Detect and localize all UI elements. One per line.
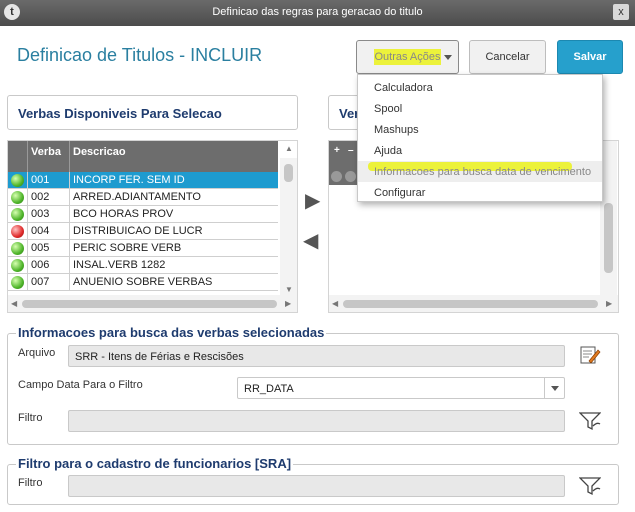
horizontal-scrollbar[interactable]: ◀ ▶: [329, 295, 618, 312]
verba-cell: 001: [29, 172, 70, 188]
add-icon[interactable]: +: [334, 145, 340, 156]
close-icon[interactable]: x: [613, 4, 629, 20]
chevron-down-icon[interactable]: [544, 378, 564, 398]
move-right-icon[interactable]: ▶: [305, 188, 320, 213]
menu-item-calculadora[interactable]: Calculadora: [358, 77, 602, 98]
scroll-thumb[interactable]: [22, 300, 277, 308]
menu-item-informacoes-busca-data-vencimento[interactable]: Informacoes para busca data de venciment…: [358, 161, 602, 182]
campo-data-value: RR_DATA: [244, 383, 294, 395]
verba-cell: 005: [29, 240, 70, 256]
cancelar-button[interactable]: Cancelar: [469, 40, 546, 74]
salvar-button[interactable]: Salvar: [557, 40, 623, 74]
busca-verbas-fieldset: Informacoes para busca das verbas seleci…: [7, 325, 619, 445]
verba-cell: 007: [29, 274, 70, 290]
campo-data-select[interactable]: RR_DATA: [237, 377, 565, 399]
filter-icon[interactable]: [578, 410, 602, 432]
status-green-icon: [11, 259, 24, 272]
verba-cell: 002: [29, 189, 70, 205]
edit-icon[interactable]: [579, 344, 601, 366]
column-header-verba[interactable]: Verba: [29, 141, 70, 172]
status-cell: [8, 240, 28, 256]
move-left-icon[interactable]: ◀: [303, 228, 318, 253]
status-cell: [8, 189, 28, 205]
column-header-descricao[interactable]: Descricao: [71, 141, 278, 172]
descricao-cell: INCORP FER. SEM ID: [73, 174, 185, 186]
status-column-header: [8, 141, 28, 172]
scroll-thumb[interactable]: [284, 164, 293, 182]
menu-item-ajuda[interactable]: Ajuda: [358, 140, 602, 161]
scroll-thumb[interactable]: [604, 203, 613, 273]
status-dot-icon: [331, 171, 342, 182]
filtro-sra-fieldset: Filtro para o cadastro de funcionarios […: [7, 456, 619, 505]
status-green-icon: [11, 242, 24, 255]
scroll-right-icon[interactable]: ▶: [606, 299, 612, 308]
verba-cell: 004: [29, 223, 70, 239]
verba-cell: 003: [29, 206, 70, 222]
vertical-scrollbar[interactable]: ▲ ▼: [280, 144, 297, 295]
status-cell: [8, 257, 28, 273]
verbas-disponiveis-title: Verbas Disponiveis Para Selecao: [18, 106, 222, 121]
menu-item-configurar[interactable]: Configurar: [358, 182, 602, 203]
menu-item-mashups[interactable]: Mashups: [358, 119, 602, 140]
table-row[interactable]: 002 ARRED.ADIANTAMENTO: [8, 189, 278, 206]
sra-filtro-label: Filtro: [18, 477, 43, 489]
table-row[interactable]: 003 BCO HORAS PROV: [8, 206, 278, 223]
status-green-icon: [11, 191, 24, 204]
verbas-disponiveis-grid: Verba Descricao 001 INCORP FER. SEM ID 002…: [7, 140, 298, 313]
window-title: Definicao das regras para geracao do tit…: [212, 6, 423, 18]
descricao-cell: DISTRIBUICAO DE LUCR: [73, 225, 203, 237]
table-row[interactable]: 006 INSAL.VERB 1282: [8, 257, 278, 274]
scroll-left-icon[interactable]: ◀: [332, 299, 338, 308]
filtro-label: Filtro: [18, 412, 43, 424]
status-cell: [8, 172, 28, 188]
status-cell: [8, 223, 28, 239]
table-row[interactable]: 004 DISTRIBUICAO DE LUCR: [8, 223, 278, 240]
descricao-cell: ANUENIO SOBRE VERBAS: [73, 276, 213, 288]
remove-icon[interactable]: –: [348, 145, 354, 156]
descricao-cell: INSAL.VERB 1282: [73, 259, 166, 271]
status-cell: [8, 274, 28, 290]
status-green-icon: [11, 276, 24, 289]
table-row[interactable]: 001 INCORP FER. SEM ID: [8, 172, 278, 189]
filtro-field[interactable]: [68, 410, 565, 432]
status-cell: [8, 206, 28, 222]
table-row[interactable]: 007 ANUENIO SOBRE VERBAS: [8, 274, 278, 291]
sra-filtro-field[interactable]: [68, 475, 565, 497]
menu-item-spool[interactable]: Spool: [358, 98, 602, 119]
campo-data-label: Campo Data Para o Filtro: [18, 379, 143, 391]
grid-header: + –: [329, 141, 359, 185]
arquivo-label: Arquivo: [18, 347, 56, 359]
arquivo-field[interactable]: SRR - Itens de Férias e Rescisões: [68, 345, 565, 367]
outras-acoes-button[interactable]: Outras Ações: [356, 40, 459, 74]
status-dot-icon: [345, 171, 356, 182]
descricao-cell: ARRED.ADIANTAMENTO: [73, 191, 201, 203]
verbas-disponiveis-header: Verbas Disponiveis Para Selecao: [7, 95, 298, 130]
verba-cell: 006: [29, 257, 70, 273]
scroll-right-icon[interactable]: ▶: [285, 299, 291, 308]
chevron-down-icon: [444, 55, 452, 60]
filtro-sra-legend: Filtro para o cadastro de funcionarios […: [16, 456, 294, 471]
scroll-down-icon[interactable]: ▼: [285, 285, 293, 294]
status-red-icon: [11, 225, 24, 238]
grid-header: Verba Descricao: [8, 141, 278, 172]
status-green-icon: [11, 174, 24, 187]
scroll-thumb[interactable]: [343, 300, 598, 308]
filter-icon[interactable]: [578, 475, 602, 497]
descricao-cell: PERIC SOBRE VERB: [73, 242, 182, 254]
table-row[interactable]: 005 PERIC SOBRE VERB: [8, 240, 278, 257]
window-titlebar: t Definicao das regras para geracao do t…: [0, 0, 635, 26]
outras-acoes-menu: Calculadora Spool Mashups Ajuda Informac…: [357, 74, 603, 202]
page-title: Definicao de Titulos - INCLUIR: [17, 45, 263, 65]
outras-acoes-label: Outras Ações: [374, 49, 441, 65]
status-green-icon: [11, 208, 24, 221]
descricao-cell: BCO HORAS PROV: [73, 208, 174, 220]
horizontal-scrollbar[interactable]: ◀ ▶: [8, 295, 297, 312]
scroll-left-icon[interactable]: ◀: [11, 299, 17, 308]
busca-verbas-legend: Informacoes para busca das verbas seleci…: [16, 325, 327, 340]
scroll-up-icon[interactable]: ▲: [285, 144, 293, 153]
